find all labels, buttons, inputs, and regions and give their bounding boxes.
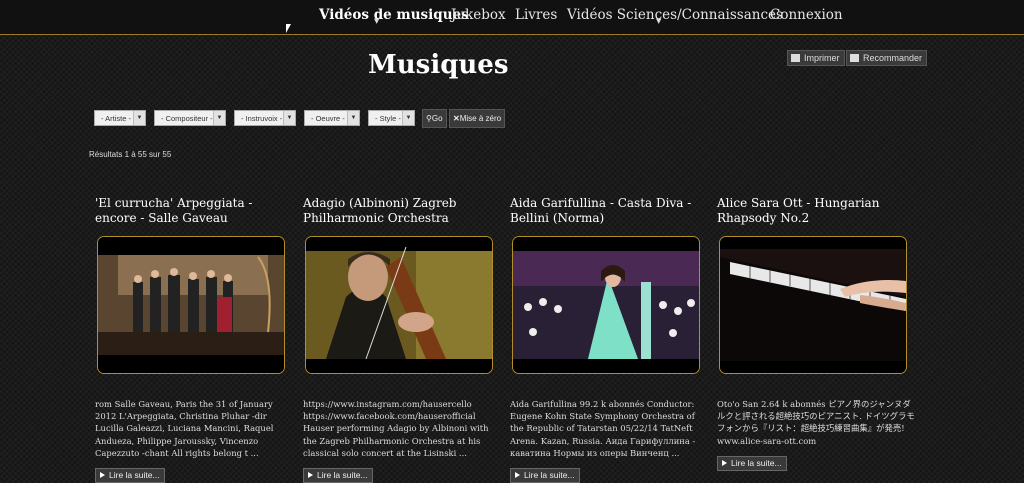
video-card: Adagio (Albinoni) Zagreb Philharmonic Or… [303,196,503,483]
video-card: 'El currucha' Arpeggiata - encore - Sall… [95,196,295,483]
cellist-image [306,237,492,373]
piano-image [720,237,906,373]
read-more-label: Lire la suite... [731,458,782,468]
print-label: Imprimer [804,53,840,63]
chevron-down-icon: ▼ [347,111,359,125]
video-card-title[interactable]: Alice Sara Ott - Hungarian Rhapsody No.2 [717,196,917,226]
composer-select-value: - Compositeur - [161,114,213,123]
go-button[interactable]: ⚲Go [422,109,447,128]
close-icon: ✕ [453,114,460,123]
work-select[interactable]: - Oeuvre - ▼ [304,110,360,126]
instrument-select[interactable]: - Instruvoix - ▼ [234,110,296,126]
mouse-cursor-icon [286,24,291,33]
composer-select[interactable]: - Compositeur - ▼ [154,110,226,126]
nav-item-videos-sciences[interactable]: Vidéos Sciences/Connaissances [567,7,783,23]
video-card-title[interactable]: Adagio (Albinoni) Zagreb Philharmonic Or… [303,196,503,226]
style-select[interactable]: - Style - ▼ [368,110,415,126]
print-button[interactable]: Imprimer [787,50,845,66]
style-select-value: - Style - [375,114,401,123]
read-more-button[interactable]: Lire la suite... [303,468,373,483]
reset-button[interactable]: ✕Mise à zéro [449,109,506,128]
artist-select[interactable]: - Artiste - ▼ [94,110,146,126]
chevron-down-icon: ▼ [283,111,295,125]
nav-item-videos-musiques[interactable]: Vidéos de musiques [319,7,469,23]
artist-select-value: - Artiste - [101,114,132,123]
nav-item-livres[interactable]: Livres [515,7,557,23]
video-thumbnail[interactable] [719,236,907,374]
instrument-select-value: - Instruvoix - [241,114,283,123]
video-card-description: https://www.instagram.com/hausercello ht… [303,399,489,458]
play-arrow-icon [722,460,727,466]
video-card-description: rom Salle Gaveau, Paris the 31 of Januar… [95,399,274,458]
reset-label: Mise à zéro [459,114,502,123]
read-more-label: Lire la suite... [109,470,160,480]
video-card-description: Oto'o San 2.64 k abonnés ピアノ界のジャンヌダルクと評さ… [717,399,915,446]
video-card-description: Aida Garifullina 99.2 k abonnés Conducto… [510,399,696,458]
video-card: Alice Sara Ott - Hungarian Rhapsody No.2… [717,196,917,471]
nav-item-jukebox[interactable]: Jukebox [451,7,506,23]
play-arrow-icon [308,472,313,478]
concert-stage-image [98,237,284,373]
page-title: Musiques [368,50,509,80]
video-card-title[interactable]: Aida Garifullina - Casta Diva - Bellini … [510,196,710,226]
play-arrow-icon [515,472,520,478]
video-thumbnail[interactable] [97,236,285,374]
printer-icon [791,54,800,62]
read-more-label: Lire la suite... [317,470,368,480]
read-more-button[interactable]: Lire la suite... [95,468,165,483]
envelope-icon [850,54,859,62]
chevron-down-icon: ▼ [213,111,225,125]
video-card: Aida Garifullina - Casta Diva - Bellini … [510,196,710,483]
opera-singer-image [513,237,699,373]
chevron-down-icon: ▼ [656,17,662,25]
chevron-down-icon: ▼ [402,111,414,125]
video-thumbnail[interactable] [305,236,493,374]
nav-item-connexion[interactable]: Connexion [770,7,843,23]
work-select-value: - Oeuvre - [311,114,345,123]
video-card-title[interactable]: 'El currucha' Arpeggiata - encore - Sall… [95,196,295,226]
recommend-button[interactable]: Recommander [846,50,928,66]
recommend-label: Recommander [863,53,923,63]
read-more-button[interactable]: Lire la suite... [510,468,580,483]
top-navbar: Vidéos de musiques ▼ Jukebox Livres Vidé… [0,0,1024,35]
chevron-down-icon: ▼ [374,17,380,25]
read-more-button[interactable]: Lire la suite... [717,456,787,471]
chevron-down-icon: ▼ [133,111,145,125]
video-thumbnail[interactable] [512,236,700,374]
play-arrow-icon [100,472,105,478]
read-more-label: Lire la suite... [524,470,575,480]
go-label: Go [431,114,443,123]
results-count: Résultats 1 à 55 sur 55 [89,150,172,159]
